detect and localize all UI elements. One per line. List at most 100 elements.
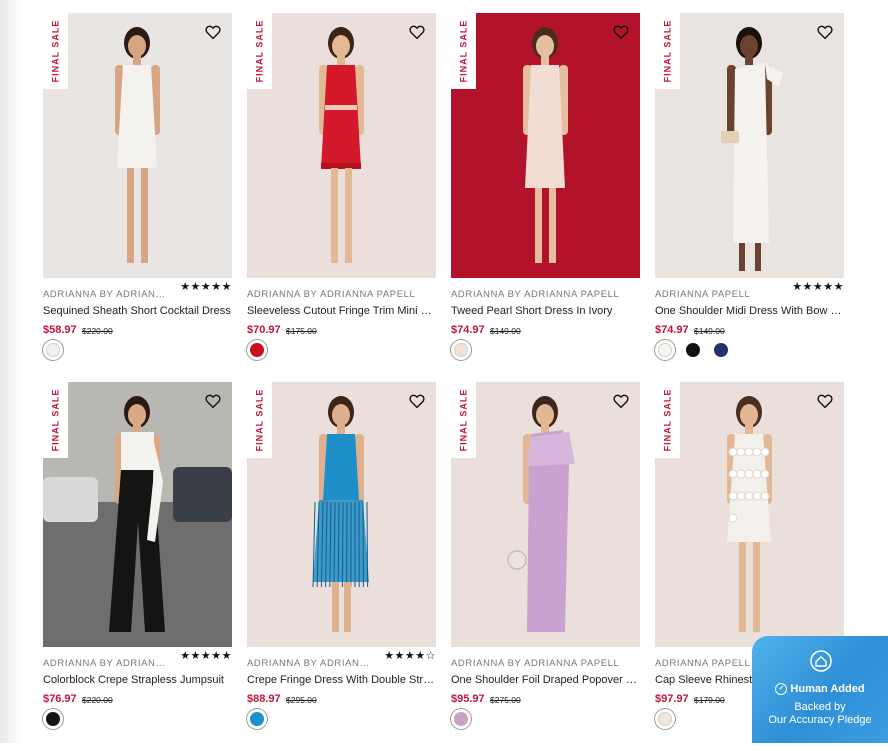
rating-stars: ★★★★★	[180, 280, 232, 293]
product-card[interactable]: FINAL SALE ADRIANNA BY ADRIANNA PAPELL ★★★…	[247, 382, 436, 751]
product-info: ADRIANNA BY ADRIANNA PAPELL ★★★★★ Colorblo…	[43, 647, 232, 751]
color-swatch[interactable]	[683, 340, 703, 360]
product-info: ADRIANNA BY ADRIANNA PAPELL ★★★★☆ Crepe Fr…	[247, 647, 436, 751]
final-sale-tag: FINAL SALE	[43, 382, 68, 458]
swatch-color	[658, 343, 672, 357]
final-sale-label: FINAL SALE	[663, 389, 673, 452]
original-price: $149.00	[694, 326, 725, 336]
product-image[interactable]: FINAL SALE	[247, 382, 436, 647]
rating-stars: ★★★★★	[180, 649, 232, 662]
original-price: $175.00	[286, 326, 317, 336]
product-brand[interactable]: ADRIANNA PAPELL	[655, 658, 750, 669]
product-brand[interactable]: ADRIANNA BY ADRIANNA PAPELL	[247, 658, 372, 669]
model-photo	[655, 13, 844, 278]
product-brand[interactable]: ADRIANNA BY ADRIANNA PAPELL	[451, 658, 619, 669]
swatch-color	[658, 712, 672, 726]
product-image[interactable]: FINAL SALE	[451, 13, 640, 278]
color-swatch[interactable]	[43, 340, 63, 360]
wishlist-heart-icon[interactable]	[612, 392, 630, 410]
color-swatches	[655, 340, 731, 360]
model-photo	[247, 13, 436, 278]
product-image[interactable]: FINAL SALE	[43, 382, 232, 647]
original-price: $149.00	[490, 326, 521, 336]
wishlist-heart-icon[interactable]	[408, 392, 426, 410]
model-photo	[655, 382, 844, 647]
color-swatches	[451, 709, 471, 729]
page-edge-shadow	[0, 0, 22, 743]
badge-title-text: Human Added	[790, 683, 864, 695]
accuracy-badge[interactable]: ✓Human Added Backed by Our Accuracy Pled…	[752, 636, 888, 743]
product-card[interactable]: FINAL SALE ADRIANNA BY ADRIANNA PAPELL Twe…	[451, 13, 640, 382]
product-title[interactable]: One Shoulder Foil Draped Popover Gown	[451, 674, 640, 686]
product-info: ADRIANNA BY ADRIANNA PAPELL One Shoulder …	[451, 647, 640, 751]
sale-price: $76.97	[43, 693, 77, 705]
product-card[interactable]: FINAL SALE ADRIANNA BY ADRIANNA PAPELL Sle…	[247, 13, 436, 382]
final-sale-tag: FINAL SALE	[655, 13, 680, 89]
product-image[interactable]: FINAL SALE	[247, 13, 436, 278]
wishlist-heart-icon[interactable]	[612, 23, 630, 41]
final-sale-tag: FINAL SALE	[43, 13, 68, 89]
final-sale-label: FINAL SALE	[51, 389, 61, 452]
sale-price: $95.97	[451, 693, 485, 705]
swatch-color	[250, 343, 264, 357]
product-info: ADRIANNA PAPELL ★★★★★ One Shoulder Midi Dr…	[655, 278, 844, 382]
color-swatch[interactable]	[451, 340, 471, 360]
product-card[interactable]: FINAL SALE ADRIANNA BY ADRIANNA PAPELL ★★★…	[43, 382, 232, 751]
product-title[interactable]: Tweed Pearl Short Dress In Ivory	[451, 305, 640, 317]
product-title[interactable]: Colorblock Crepe Strapless Jumpsuit	[43, 674, 232, 686]
final-sale-label: FINAL SALE	[663, 20, 673, 83]
color-swatches	[247, 340, 267, 360]
swatch-color	[454, 343, 468, 357]
color-swatch[interactable]	[43, 709, 63, 729]
wishlist-heart-icon[interactable]	[816, 392, 834, 410]
color-swatch[interactable]	[451, 709, 471, 729]
color-swatch[interactable]	[655, 340, 675, 360]
product-brand[interactable]: ADRIANNA BY ADRIANNA PAPELL	[43, 658, 168, 669]
color-swatches	[247, 709, 267, 729]
color-swatch[interactable]	[655, 709, 675, 729]
product-card[interactable]: FINAL SALE ADRIANNA BY ADRIANNA PAPELL One…	[451, 382, 640, 751]
wishlist-heart-icon[interactable]	[204, 23, 222, 41]
badge-title: ✓Human Added	[752, 683, 888, 695]
model-photo	[451, 13, 640, 278]
wishlist-heart-icon[interactable]	[204, 392, 222, 410]
sale-price: $58.97	[43, 324, 77, 336]
color-swatches	[655, 709, 675, 729]
product-image[interactable]: FINAL SALE	[451, 382, 640, 647]
wishlist-heart-icon[interactable]	[408, 23, 426, 41]
wishlist-heart-icon[interactable]	[816, 23, 834, 41]
product-info: ADRIANNA BY ADRIANNA PAPELL ★★★★★ Sequined…	[43, 278, 232, 382]
final-sale-tag: FINAL SALE	[655, 382, 680, 458]
product-brand[interactable]: ADRIANNA BY ADRIANNA PAPELL	[43, 289, 168, 300]
swatch-color	[686, 343, 700, 357]
product-brand[interactable]: ADRIANNA PAPELL	[655, 289, 750, 300]
product-title[interactable]: One Shoulder Midi Dress With Bow Detail	[655, 305, 844, 317]
color-swatch[interactable]	[247, 709, 267, 729]
product-image[interactable]: FINAL SALE	[655, 382, 844, 647]
product-image[interactable]: FINAL SALE	[43, 13, 232, 278]
product-brand[interactable]: ADRIANNA BY ADRIANNA PAPELL	[451, 289, 619, 300]
rating-stars: ★★★★☆	[384, 649, 436, 662]
product-grid: FINAL SALE ADRIANNA BY ADRIANNA PAPELL ★★★…	[43, 13, 845, 751]
product-title[interactable]: Sleeveless Cutout Fringe Trim Mini Dress	[247, 305, 436, 317]
final-sale-label: FINAL SALE	[255, 20, 265, 83]
product-info: ADRIANNA BY ADRIANNA PAPELL Tweed Pearl S…	[451, 278, 640, 382]
product-title[interactable]: Sequined Sheath Short Cocktail Dress	[43, 305, 232, 317]
product-title[interactable]: Crepe Fringe Dress With Double Straps	[247, 674, 436, 686]
rating-stars: ★★★★★	[792, 280, 844, 293]
final-sale-tag: FINAL SALE	[247, 13, 272, 89]
final-sale-tag: FINAL SALE	[247, 382, 272, 458]
color-swatch[interactable]	[711, 340, 731, 360]
final-sale-tag: FINAL SALE	[451, 382, 476, 458]
sale-price: $74.97	[451, 324, 485, 336]
swatch-color	[46, 343, 60, 357]
product-card[interactable]: FINAL SALE ADRIANNA BY ADRIANNA PAPELL ★★★…	[43, 13, 232, 382]
product-brand[interactable]: ADRIANNA BY ADRIANNA PAPELL	[247, 289, 415, 300]
product-card[interactable]: FINAL SALE ADRIANNA PAPELL ★★★★★ One Should…	[655, 13, 844, 382]
product-image[interactable]: FINAL SALE	[655, 13, 844, 278]
color-swatch[interactable]	[247, 340, 267, 360]
final-sale-label: FINAL SALE	[255, 389, 265, 452]
original-price: $179.00	[694, 695, 725, 705]
model-photo	[43, 13, 232, 278]
original-price: $275.00	[490, 695, 521, 705]
